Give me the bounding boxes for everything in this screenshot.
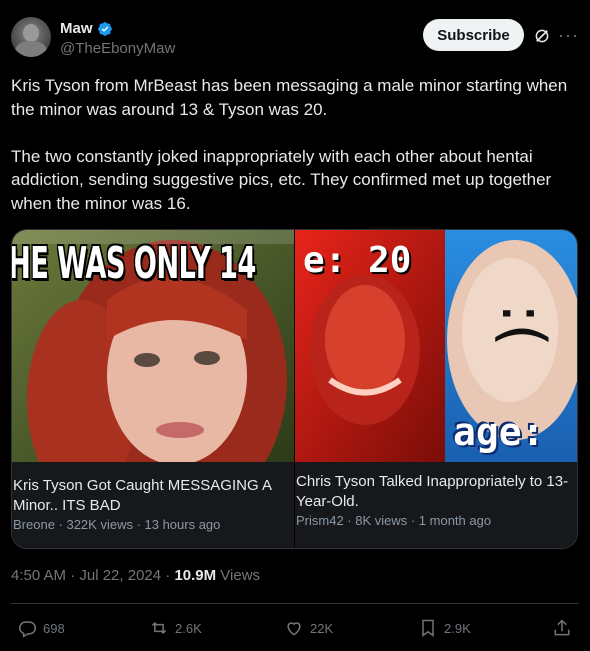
bookmark-count: 2.9K: [444, 620, 471, 636]
views-label: Views: [216, 567, 261, 584]
thumbnail-face: :(: [487, 303, 558, 347]
tweet-header: Maw @TheEbonyMaw Subscribe ···: [0, 0, 590, 70]
video-thumbnail[interactable]: HE WAS ONLY 14: [12, 230, 294, 462]
card-title[interactable]: Chris Tyson Talked Inappropriately to 13…: [296, 472, 576, 512]
heart-icon: [287, 622, 301, 636]
author-name[interactable]: Maw: [60, 20, 93, 37]
reply-icon: [19, 621, 37, 638]
subscribe-button[interactable]: Subscribe: [423, 19, 524, 51]
repost-count: 2.6K: [175, 620, 202, 636]
more-icon[interactable]: ···: [558, 25, 578, 45]
repost-button[interactable]: 2.6K: [149, 618, 202, 638]
video-thumbnail[interactable]: e: 20 :( age:: [295, 230, 577, 462]
bookmark-icon: [422, 619, 434, 637]
tweet-timestamp[interactable]: 4:50 AM · Jul 22, 2024 · 10.9M Views: [11, 567, 260, 584]
thumbnail-caption: HE WAS ONLY 14: [12, 238, 256, 289]
card-title[interactable]: Kris Tyson Got Caught MESSAGING A Minor.…: [13, 476, 293, 516]
bookmark-button[interactable]: 2.9K: [418, 618, 471, 638]
like-count: 22K: [310, 620, 334, 636]
views-count: 10.9M: [174, 567, 217, 584]
verified-badge-icon: [97, 21, 112, 36]
reply-count: 698: [43, 620, 65, 636]
thumbnail-caption-top: e: 20: [303, 240, 412, 281]
thumbnail-caption-bottom: age:: [453, 410, 545, 454]
action-bar: 698 2.6K 22K 2.9K: [0, 614, 590, 642]
repost-icon: [151, 621, 167, 635]
author-name-row: Maw: [60, 20, 113, 37]
tweet-text: Kris Tyson from MrBeast has been messagi…: [11, 76, 568, 213]
reply-button[interactable]: 698: [17, 618, 65, 638]
card-meta: Breone · 322K views · 13 hours ago: [13, 517, 221, 532]
share-button[interactable]: [552, 618, 572, 638]
author-handle[interactable]: @TheEbonyMaw: [60, 40, 175, 57]
grok-icon[interactable]: [533, 27, 551, 45]
video-card[interactable]: e: 20 :( age: Chris Tyson Talked Inappro…: [295, 230, 577, 548]
like-button[interactable]: 22K: [284, 618, 333, 638]
avatar[interactable]: [11, 17, 51, 57]
divider: [11, 603, 579, 604]
card-meta: Prism42 · 8K views · 1 month ago: [296, 513, 492, 528]
video-card[interactable]: HE WAS ONLY 14 Kris Tyson Got Caught MES…: [12, 230, 294, 548]
video-cards: HE WAS ONLY 14 Kris Tyson Got Caught MES…: [11, 229, 578, 549]
share-icon: [554, 619, 570, 636]
timestamp-text: 4:50 AM · Jul 22, 2024 ·: [11, 567, 175, 584]
